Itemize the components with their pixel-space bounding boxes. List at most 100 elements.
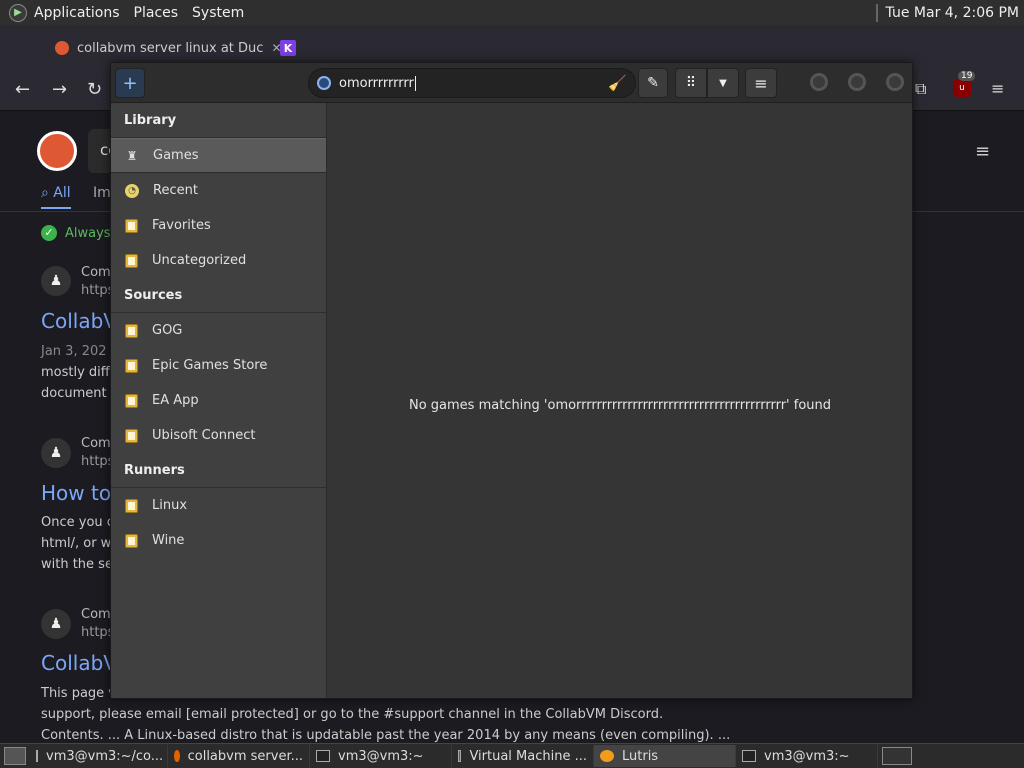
lutris-window: + omorrrrrrrrr 🧹 ✎ ⠿ ▼ ≡ Library ♜ Games … [110,62,913,699]
folder-icon [125,218,138,233]
ublock-badge: 19 [958,71,976,81]
task-label: vm3@vm3:~ [764,748,850,764]
tab-title: collabvm server linux at Duc [77,40,264,56]
clock-icon: ◔ [125,183,139,198]
task-firefox[interactable]: collabvm server... [168,745,310,767]
duckduckgo-favicon-icon [55,41,69,55]
result-snippet: support, please email [email protected] … [41,707,664,722]
always-text: Always [65,225,111,241]
k-favicon-icon: K [280,40,296,56]
result-site-icon[interactable]: ♟ [41,438,71,468]
ddg-tab-images[interactable]: Im [93,185,111,201]
applications-menu[interactable]: Applications [27,5,127,21]
ddg-always-notice: ✓ Always [41,225,111,241]
plus-icon: + [122,72,138,94]
result-site-icon[interactable]: ♟ [41,266,71,296]
ublock-icon[interactable]: u [953,79,971,97]
bottom-taskbar: vm3@vm3:~/co... collabvm server... vm3@v… [0,743,1024,768]
sidebar-item-gog[interactable]: GOG [111,313,326,348]
sidebar-item-linux[interactable]: Linux [111,488,326,523]
firefox-menu-icon[interactable]: ≡ [991,79,1004,98]
ddg-hamburger-icon[interactable]: ≡ [975,141,990,162]
terminal-icon [742,750,756,762]
forward-arrow-icon[interactable]: → [52,79,67,100]
sidebar-item-label: Favorites [152,218,211,233]
back-arrow-icon[interactable]: ← [15,79,30,100]
result-source: Com [81,265,111,280]
places-menu[interactable]: Places [127,5,186,21]
sidebar-item-label: Wine [152,533,185,548]
add-game-button[interactable]: + [115,68,145,98]
sidebar-item-wine[interactable]: Wine [111,523,326,558]
result-snippet: document [41,386,107,401]
result-snippet: Contents. ... A Linux-based distro that … [41,728,731,743]
workspace-switcher[interactable] [882,747,912,765]
sidebar-item-epic[interactable]: Epic Games Store [111,348,326,383]
result-title[interactable]: CollabV [41,309,117,333]
minimize-button[interactable] [810,73,828,91]
wand-icon: ✎ [647,75,659,91]
sidebar-item-recent[interactable]: ◔ Recent [111,173,326,208]
search-value: omorrrrrrrrr [339,75,414,91]
view-grid-button[interactable]: ⠿ [675,68,707,98]
task-terminal-1[interactable]: vm3@vm3:~/co... [30,745,168,767]
sidebar-item-label: Recent [153,183,198,198]
result-title[interactable]: How to [41,481,111,505]
result-snippet: Once you c [41,515,114,530]
filter-button[interactable]: ✎ [638,68,668,98]
task-lutris[interactable]: Lutris [594,745,736,767]
sidebar-item-favorites[interactable]: Favorites [111,208,326,243]
sidebar-item-label: GOG [152,323,183,338]
firefox-tab-second[interactable]: K [280,33,304,63]
game-search-input[interactable]: omorrrrrrrrr 🧹 [308,68,636,98]
sidebar-item-label: EA App [152,393,199,408]
reload-icon[interactable]: ↻ [87,79,102,100]
search-icon [317,76,331,90]
maximize-button[interactable] [848,73,866,91]
task-label: vm3@vm3:~/co... [46,748,164,764]
extensions-puzzle-icon[interactable]: ⧉ [915,79,926,99]
task-terminal-2[interactable]: vm3@vm3:~ [310,745,452,767]
top-panel: ▶ Applications Places System Tue Mar 4, … [0,0,1024,25]
result-snippet: html/, or wi [41,536,115,551]
result-site-icon[interactable]: ♟ [41,609,71,639]
show-desktop-button[interactable] [4,747,26,765]
lutris-sidebar: Library ♜ Games ◔ Recent Favorites Uncateg… [111,103,327,698]
sidebar-item-games[interactable]: ♜ Games [111,138,326,173]
system-menu[interactable]: System [185,5,251,21]
clear-search-icon[interactable]: 🧹 [608,74,627,92]
terminal-icon [36,750,38,762]
lutris-icon [600,750,614,762]
task-virtual-machine[interactable]: Virtual Machine ... [452,745,594,767]
clock-text: Tue Mar 4, 2:06 PM [885,4,1019,21]
virtual-machine-icon [458,750,462,762]
task-terminal-3[interactable]: vm3@vm3:~ [736,745,878,767]
check-icon: ✓ [41,225,57,241]
result-snippet: This page v [41,686,116,701]
sidebar-item-ubisoft[interactable]: Ubisoft Connect [111,418,326,453]
folder-icon [125,428,138,443]
result-title[interactable]: CollabV [41,651,117,675]
folder-icon [125,253,138,268]
folder-icon [125,323,138,338]
ddg-tab-all[interactable]: ⌕ All [41,185,71,209]
panel-clock[interactable]: Tue Mar 4, 2:06 PM [875,0,1024,25]
task-label: Virtual Machine ... [469,748,587,764]
text-caret [414,75,416,91]
sidebar-item-uncategorized[interactable]: Uncategorized [111,243,326,278]
sidebar-item-label: Epic Games Store [152,358,268,373]
result-source: Com [81,607,111,622]
main-menu-button[interactable]: ≡ [745,68,777,98]
close-button[interactable] [886,73,904,91]
sidebar-item-ea[interactable]: EA App [111,383,326,418]
task-label: vm3@vm3:~ [338,748,424,764]
applications-logo-icon[interactable]: ▶ [9,3,27,22]
sidebar-item-label: Linux [152,498,188,513]
firefox-icon [174,750,180,762]
terminal-icon [316,750,330,762]
view-options-dropdown[interactable]: ▼ [707,68,739,98]
duckduckgo-logo-icon[interactable] [37,131,77,171]
sidebar-item-label: Games [153,148,199,163]
firefox-tab-duckduckgo[interactable]: collabvm server linux at Duc ✕ [55,33,282,63]
chevron-down-icon: ▼ [719,77,727,89]
